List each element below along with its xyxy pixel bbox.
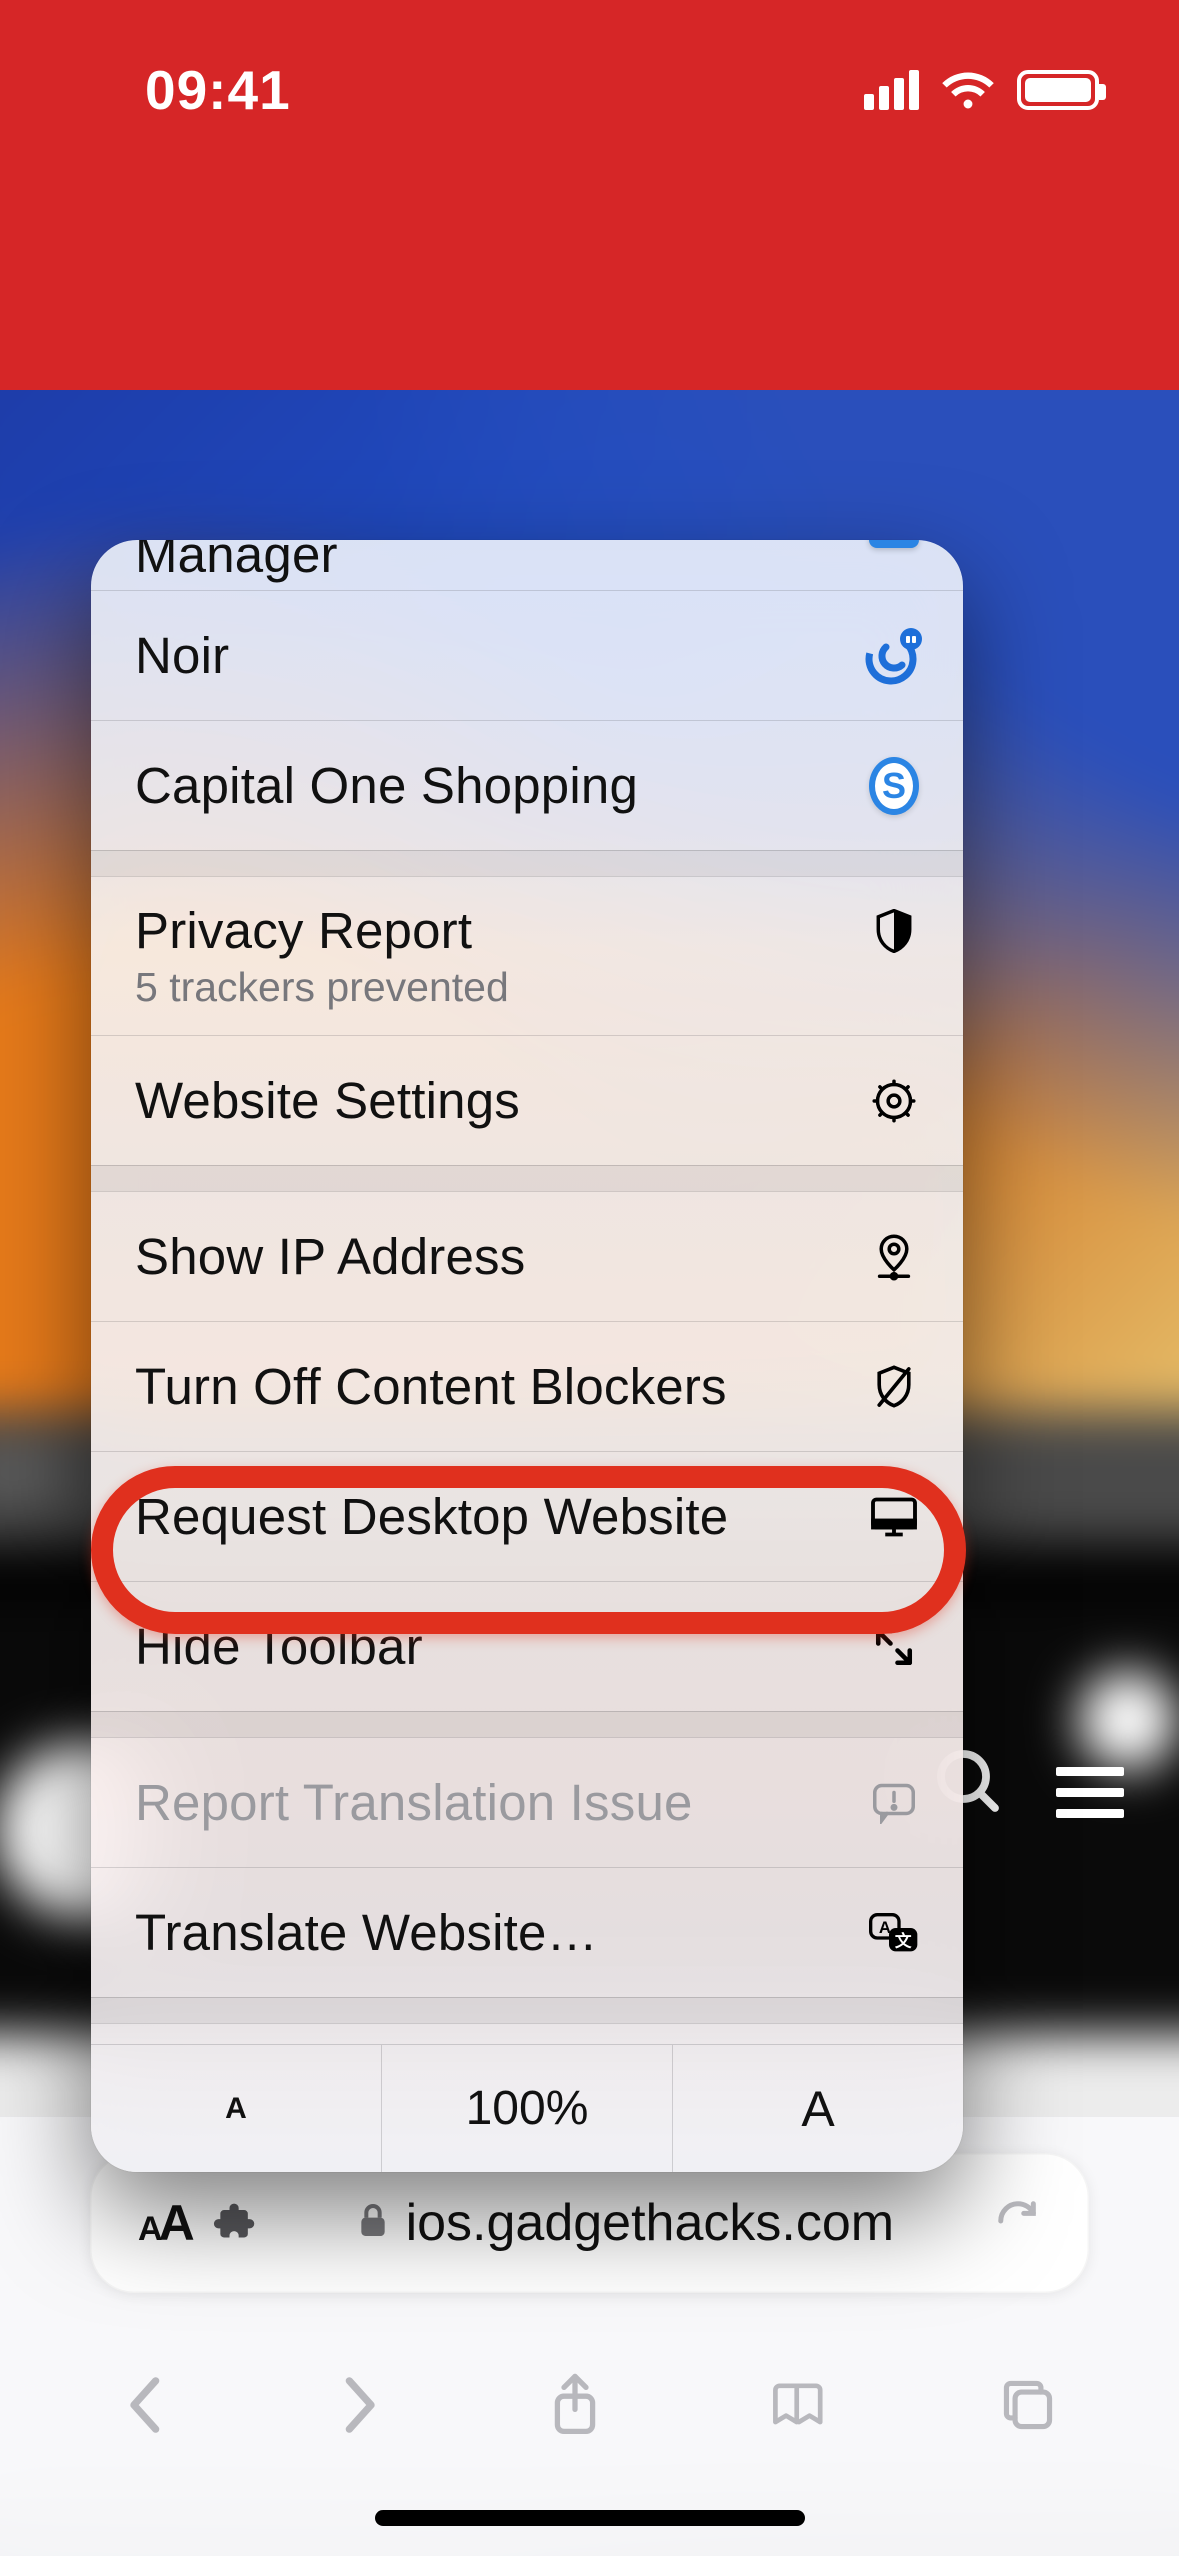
content-blockers-label: Turn Off Content Blockers: [135, 1357, 869, 1416]
turn-off-content-blockers[interactable]: Turn Off Content Blockers: [91, 1321, 963, 1451]
battery-icon: [1017, 70, 1099, 110]
status-time: 09:41: [145, 58, 291, 122]
show-ip-address[interactable]: Show IP Address: [91, 1191, 963, 1321]
extension-lastpass-label: LastPass: Free Password Manager: [135, 540, 869, 584]
report-translation-issue: Report Translation Issue: [91, 1737, 963, 1867]
request-desktop-website[interactable]: Request Desktop Website: [91, 1451, 963, 1581]
extension-noir-icon: [869, 627, 919, 685]
reload-icon[interactable]: [995, 2198, 1041, 2249]
zoom-in-button[interactable]: A: [672, 2045, 963, 2172]
wifi-icon: [941, 70, 995, 110]
zoom-control: A 100% A: [91, 2044, 963, 2172]
extension-lastpass[interactable]: LastPass: Free Password Manager: [91, 540, 963, 590]
exclamation-bubble-icon: [869, 1782, 919, 1824]
bg-won-label: WON: [0, 1456, 66, 1489]
zoom-level[interactable]: 100%: [381, 2045, 672, 2172]
status-bar: 09:41: [0, 0, 1179, 180]
extension-capital-one-label: Capital One Shopping: [135, 756, 869, 815]
bookmarks-button[interactable]: [769, 2378, 833, 2437]
hamburger-menu-icon[interactable]: [1056, 1755, 1124, 1830]
home-indicator[interactable]: [375, 2510, 805, 2526]
menu-separator: [91, 1711, 963, 1737]
extension-noir[interactable]: Noir: [91, 590, 963, 720]
share-button[interactable]: [548, 2372, 602, 2443]
hide-toolbar-label: Hide Toolbar: [135, 1617, 869, 1676]
lock-icon: [358, 2202, 388, 2245]
report-translation-label: Report Translation Issue: [135, 1773, 869, 1832]
url-bar[interactable]: AA ios.gadgethacks.com: [90, 2153, 1089, 2293]
aa-big: A: [159, 2195, 191, 2251]
gear-icon: [869, 1079, 919, 1123]
svg-text:文: 文: [895, 1930, 912, 1950]
page-settings-menu: LastPass: Free Password Manager Noir: [91, 540, 963, 2172]
back-button[interactable]: [123, 2376, 169, 2439]
tabs-button[interactable]: [1000, 2377, 1056, 2438]
privacy-report-subtitle: 5 trackers prevented: [135, 964, 509, 1011]
request-desktop-label: Request Desktop Website: [135, 1487, 869, 1546]
zoom-out-button[interactable]: A: [91, 2045, 381, 2172]
page-settings-button[interactable]: AA: [138, 2194, 191, 2252]
zoom-level-label: 100%: [466, 2081, 589, 2136]
menu-separator: [91, 1997, 963, 2023]
menu-separator: [91, 850, 963, 876]
zoom-big-a: A: [801, 2080, 834, 2138]
aa-small: A: [138, 2210, 159, 2248]
extension-capital-one-shopping[interactable]: Capital One Shopping S: [91, 720, 963, 850]
translate-website-label: Translate Website…: [135, 1903, 869, 1962]
url-domain: ios.gadgethacks.com: [406, 2193, 895, 2253]
menu-separator: [91, 1165, 963, 1191]
forward-button[interactable]: [336, 2376, 382, 2439]
extensions-icon[interactable]: [213, 2199, 257, 2248]
shield-icon: [869, 909, 919, 953]
location-pin-icon: [869, 1233, 919, 1281]
zoom-small-a: A: [225, 2092, 247, 2126]
privacy-report[interactable]: Privacy Report 5 trackers prevented: [91, 876, 963, 1035]
website-settings[interactable]: Website Settings: [91, 1035, 963, 1165]
shield-slash-icon: [869, 1364, 919, 1410]
expand-arrows-icon: [869, 1626, 919, 1668]
extension-capital-one-icon: S: [869, 757, 919, 815]
translate-website[interactable]: Translate Website… A文: [91, 1867, 963, 1997]
extension-lastpass-icon: [869, 540, 919, 548]
show-ip-label: Show IP Address: [135, 1227, 869, 1286]
website-settings-label: Website Settings: [135, 1071, 869, 1130]
listen-to-page: Listen to Page: [91, 2023, 963, 2044]
hide-toolbar[interactable]: Hide Toolbar: [91, 1581, 963, 1711]
extension-noir-label: Noir: [135, 626, 869, 685]
safari-toolbar: AA ios.gadgethacks.com: [0, 2116, 1179, 2556]
cellular-signal-icon: [864, 70, 919, 110]
desktop-icon: [869, 1496, 919, 1538]
translate-icon: A文: [869, 1911, 919, 1955]
privacy-report-label: Privacy Report: [135, 901, 869, 960]
